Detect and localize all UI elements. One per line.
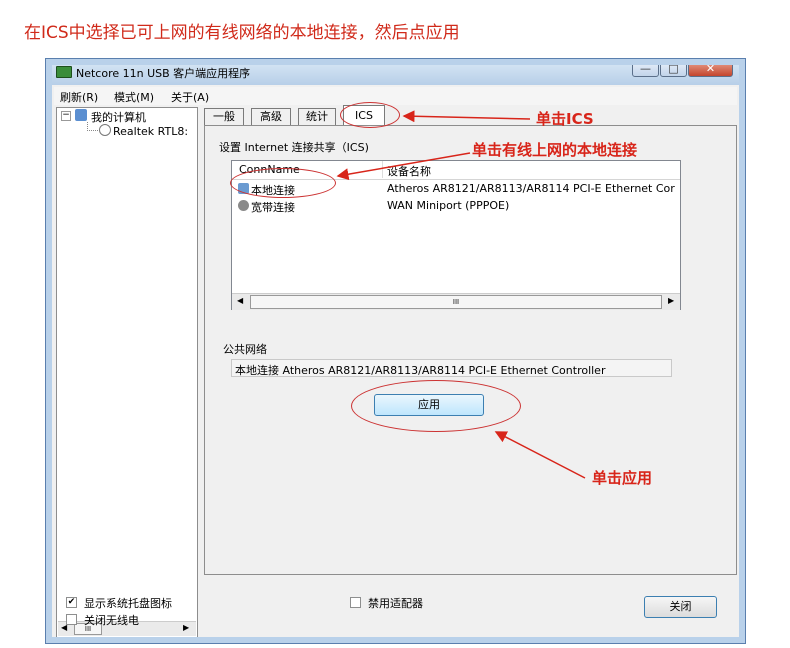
arrow-to-ics [402, 110, 531, 123]
annotation-click-local: 单击有线上网的本地连接 [472, 141, 638, 159]
arrow-to-apply [494, 431, 586, 479]
annotation-arrows [336, 110, 586, 479]
arrow-to-local [336, 152, 471, 181]
annotation-click-ics: 单击ICS [536, 110, 594, 128]
annotation-click-apply: 单击应用 [592, 469, 653, 487]
